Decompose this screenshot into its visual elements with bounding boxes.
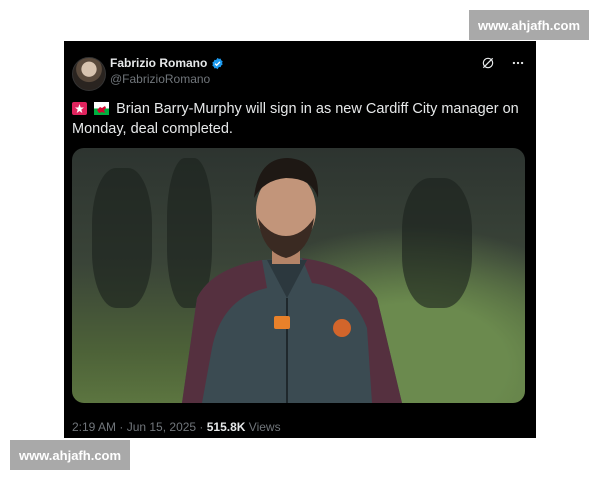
author-handle[interactable]: @FabrizioRomano [110,72,210,86]
tweet-card[interactable]: Fabrizio Romano @FabrizioRomano Brian Ba… [64,41,536,438]
avatar[interactable] [72,57,106,91]
more-icon[interactable] [510,55,526,71]
watermark-bottom: www.ahjafh.com [10,440,130,470]
person-figure [182,158,402,403]
views-count: 515.8K [206,420,246,434]
tweet-photo[interactable] [72,148,525,403]
tweet-text-block: Brian Barry-Murphy will sign in as new C… [72,99,522,139]
tweet-actions-top [480,55,526,71]
timestamp[interactable]: 2:19 AM · Jun 15, 2025 · [72,420,207,434]
author-row: Fabrizio Romano [110,56,224,70]
verified-icon [212,57,223,69]
siren-icon [72,102,87,115]
author-name[interactable]: Fabrizio Romano [110,56,207,70]
wales-flag-icon [94,102,110,115]
tweet-meta: 2:19 AM · Jun 15, 2025 · 515.8K Views [72,420,281,434]
views-label: Views [245,420,281,434]
watermark-top: www.ahjafh.com [469,10,589,40]
grok-icon[interactable] [480,55,496,71]
tweet-text: Brian Barry-Murphy will sign in as new C… [72,101,519,137]
